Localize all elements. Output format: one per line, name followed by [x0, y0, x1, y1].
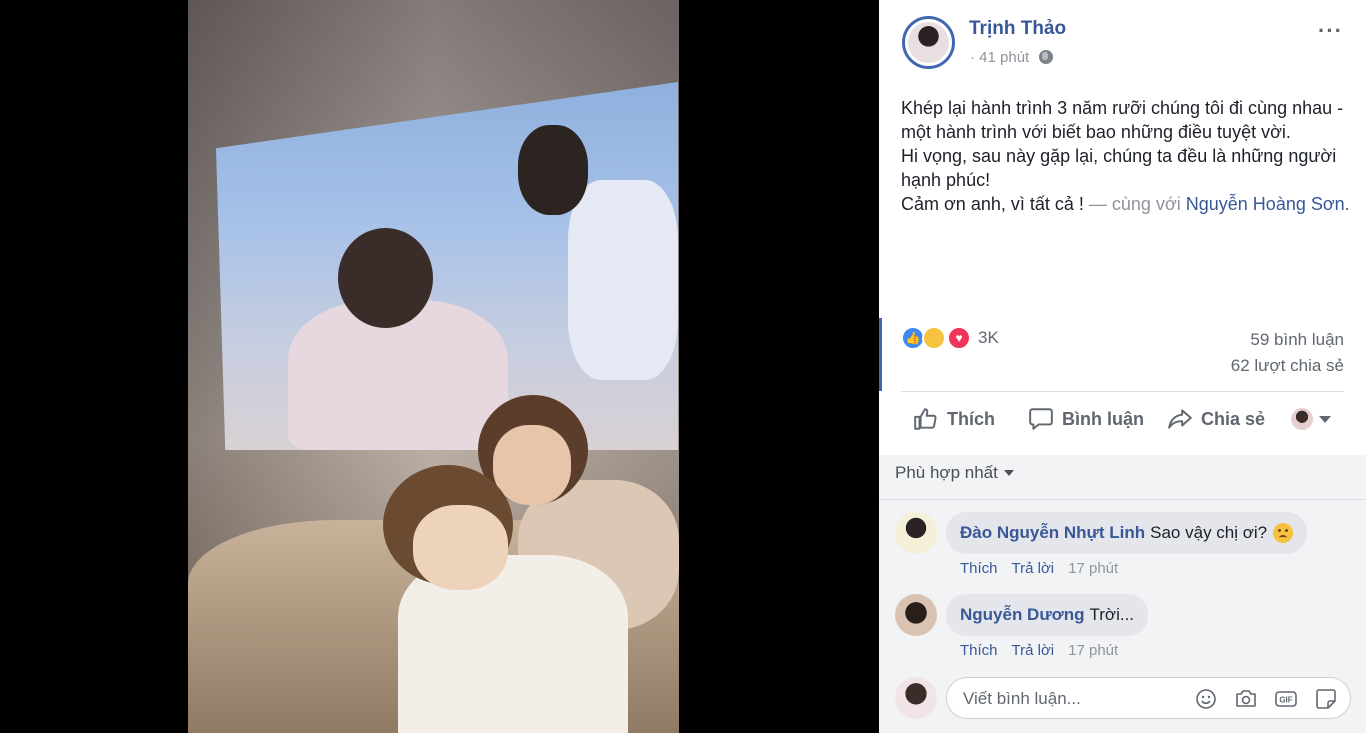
- author-name[interactable]: Trịnh Thảo: [969, 18, 1066, 40]
- post-line-1: Khép lại hành trình 3 năm rưỡi chúng tôi…: [901, 98, 1344, 142]
- shares-count[interactable]: 62 lượt chia sẻ: [1231, 356, 1344, 376]
- comment-label: Bình luận: [1062, 408, 1144, 429]
- share-label: Chia sẻ: [1201, 408, 1266, 429]
- more-options-icon[interactable]: ···: [1318, 18, 1343, 44]
- svg-text:GIF: GIF: [1279, 696, 1292, 705]
- comment-actions: Thích Trả lời 17 phút: [960, 642, 1118, 659]
- commenter-name[interactable]: Đào Nguyễn Nhựt Linh: [960, 523, 1145, 543]
- post-line-2: Hi vọng, sau này gặp lại, chúng ta đều l…: [901, 146, 1337, 190]
- tagged-person-link[interactable]: Nguyễn Hoàng Sơn: [1186, 194, 1345, 214]
- scrollbar[interactable]: [879, 318, 882, 391]
- sticker-icon[interactable]: [1314, 687, 1338, 711]
- comment-time[interactable]: 17 phút: [1068, 642, 1118, 659]
- chevron-down-icon: [1003, 470, 1014, 476]
- divider: [879, 499, 1366, 500]
- reaction-count[interactable]: 3K: [978, 328, 999, 348]
- comments-count[interactable]: 59 bình luận: [1250, 330, 1344, 350]
- time-separator: ·: [970, 49, 975, 66]
- comment-placeholder: Viết bình luận...: [963, 689, 1081, 708]
- comment-time[interactable]: 17 phút: [1068, 560, 1118, 577]
- tag-suffix: .: [1344, 194, 1350, 214]
- comment-composer: Viết bình luận... GIF: [895, 677, 1355, 719]
- commenter-name[interactable]: Nguyễn Dương: [960, 605, 1085, 625]
- author-avatar[interactable]: [902, 16, 955, 69]
- photo-viewer: Trịnh Thảo · 41 phút ··· Khép lại hành t…: [0, 0, 1366, 733]
- commenter-avatar[interactable]: [895, 512, 937, 554]
- user-avatar: [1291, 408, 1313, 430]
- post-actions: Thích Bình luận Chia sẻ: [901, 394, 1344, 444]
- post-photo[interactable]: [188, 0, 679, 733]
- comment-text: Trời...: [1089, 605, 1135, 624]
- post-text: Khép lại hành trình 3 năm rưỡi chúng tôi…: [901, 96, 1351, 216]
- post-meta: · 41 phút: [970, 49, 1054, 66]
- sad-reaction-icon: [922, 326, 946, 350]
- share-icon: [1168, 409, 1192, 429]
- comment-actions: Thích Trả lời 17 phút: [960, 560, 1118, 577]
- comment-sort-dropdown[interactable]: Phù hợp nhất: [895, 463, 1014, 483]
- camera-icon[interactable]: [1234, 687, 1258, 711]
- share-button[interactable]: Chia sẻ: [1167, 394, 1265, 444]
- reaction-identity-selector[interactable]: [1291, 394, 1331, 444]
- comment-bubble: Nguyễn Dương Trời...: [946, 594, 1149, 636]
- comment-like-link[interactable]: Thích: [960, 560, 998, 577]
- emoji-icon[interactable]: [1194, 687, 1218, 711]
- gif-icon[interactable]: GIF: [1274, 687, 1298, 711]
- comment-text: Sao vậy chị ơi?: [1150, 523, 1268, 542]
- tag-prefix: — cùng với: [1088, 194, 1181, 214]
- chevron-down-icon: [1319, 415, 1331, 423]
- post-line-3: Cảm ơn anh, vì tất cả !: [901, 194, 1084, 214]
- like-button[interactable]: Thích: [913, 394, 995, 444]
- post-header: Trịnh Thảo · 41 phút ···: [879, 0, 1366, 90]
- commenter-avatar[interactable]: [895, 594, 937, 636]
- post-time[interactable]: 41 phút: [979, 49, 1029, 66]
- sad-emoji-icon: [1273, 523, 1294, 543]
- like-label: Thích: [947, 408, 995, 429]
- comment-like-link[interactable]: Thích: [960, 642, 998, 659]
- globe-icon[interactable]: [1039, 50, 1054, 64]
- thumbs-up-icon: [914, 408, 937, 430]
- user-avatar: [895, 677, 937, 719]
- comment-reply-link[interactable]: Trả lời: [1012, 560, 1055, 577]
- comment-input[interactable]: Viết bình luận... GIF: [946, 677, 1351, 719]
- comment-reply-link[interactable]: Trả lời: [1012, 642, 1055, 659]
- divider: [901, 391, 1344, 392]
- comment-icon: [1029, 408, 1053, 430]
- love-reaction-icon: ♥: [947, 326, 971, 350]
- comments-section: Phù hợp nhất Đào Nguyễn Nhựt Linh Sao vậ…: [879, 455, 1366, 733]
- sort-label: Phù hợp nhất: [895, 463, 998, 482]
- comment-bubble: Đào Nguyễn Nhựt Linh Sao vậy chị ơi?: [946, 512, 1308, 554]
- post-side-panel: Trịnh Thảo · 41 phút ··· Khép lại hành t…: [879, 0, 1366, 733]
